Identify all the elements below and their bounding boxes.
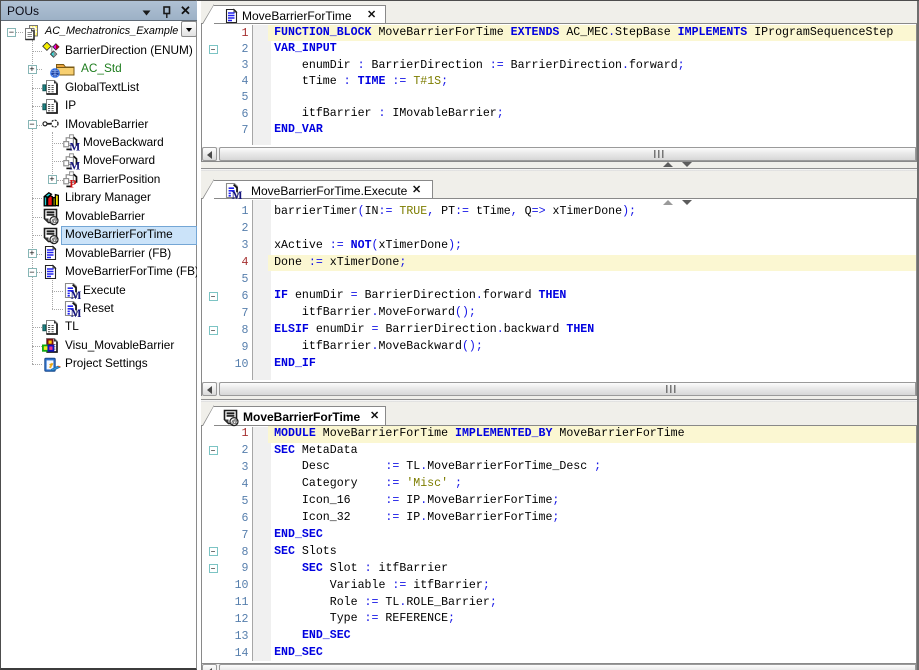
svg-text:M: M xyxy=(71,308,81,318)
svg-text:@: @ xyxy=(51,217,58,226)
svg-text:M: M xyxy=(69,160,80,170)
svg-text:@: @ xyxy=(51,235,58,244)
